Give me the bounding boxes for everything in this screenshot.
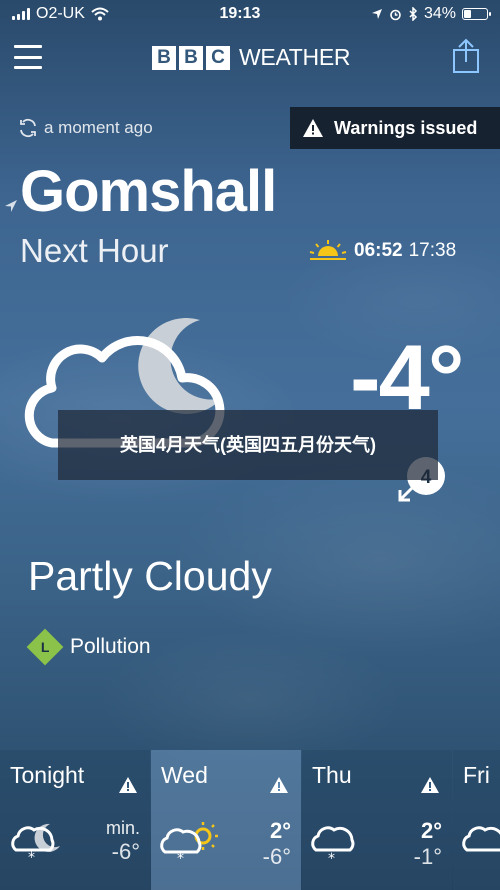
location-services-icon [371,9,382,19]
share-icon[interactable] [452,38,480,74]
sunset-time: 17:38 [408,240,457,261]
sunrise-time: 06:52 [354,240,403,261]
day-temps: 2° -6° [263,818,291,870]
svg-text:*: * [177,851,184,864]
status-left: O2-UK [12,5,109,23]
pollution-level-badge: L [26,628,64,666]
svg-text:*: * [28,850,35,864]
min-temp: -6° [111,839,140,864]
warning-icon [421,777,439,793]
weather-condition: Partly Cloudy [28,553,272,599]
status-bar: O2-UK 19:13 34% [0,0,500,28]
forecast-day-thu[interactable]: Thu * 2° -1° [302,750,452,890]
pollution-indicator[interactable]: L Pollution [26,628,151,666]
sunrise-icon [309,240,347,260]
sun-cloud-snow-icon: * [160,822,218,864]
updated-text: a moment ago [44,118,153,137]
svg-text:*: * [328,851,335,864]
bbc-weather-logo: B B C WEATHER [152,44,351,71]
min-temp: -6° [262,844,291,869]
warning-icon [270,777,288,793]
warning-icon [119,777,137,793]
carrier-label: O2-UK [36,5,85,22]
max-temp: 2° [420,818,442,843]
status-right: 34% [371,5,491,23]
cloud-moon-snow-icon: * [11,823,60,864]
refresh-icon [20,118,36,138]
day-temps: 2° -1° [414,818,442,870]
location-name[interactable]: Gomshall [20,158,277,225]
forecast-day-tonight[interactable]: Tonight * min. -6° [0,750,150,890]
min-temp: -1° [413,844,442,869]
battery-icon [461,8,491,20]
location-arrow-icon [5,200,17,212]
cloud-snow-icon: * [311,826,355,864]
cloud-snow-icon [462,826,500,852]
overlay-caption: 英国4月天气(英国四五月份天气) [58,410,438,480]
battery-percent: 34% [423,5,456,22]
day-name: Fri [463,762,490,788]
forecast-strip: Tonight * min. -6° Wed * 2° -6° Thu * 2°… [0,750,500,890]
day-temps: min. -6° [106,818,140,865]
time-period-label: Next Hour [20,232,169,269]
app-header: B B C WEATHER [0,36,500,80]
last-updated[interactable]: a moment ago [18,118,153,138]
wifi-icon [91,7,109,21]
pollution-label: Pollution [70,635,151,658]
clock: 19:13 [219,5,261,22]
forecast-day-fri[interactable]: Fri [453,750,500,890]
bluetooth-icon [409,7,418,21]
warning-icon [303,119,323,137]
signal-icon [12,8,30,20]
alarm-icon [390,9,401,20]
warnings-banner[interactable]: Warnings issued [290,107,500,149]
max-temp: 2° [269,818,291,843]
hamburger-menu-icon[interactable] [14,45,42,69]
forecast-day-wed[interactable]: Wed * 2° -6° [151,750,301,890]
min-label: min. [105,818,140,838]
warnings-label: Warnings issued [334,117,478,138]
sun-times: 06:52 17:38 [308,240,456,262]
